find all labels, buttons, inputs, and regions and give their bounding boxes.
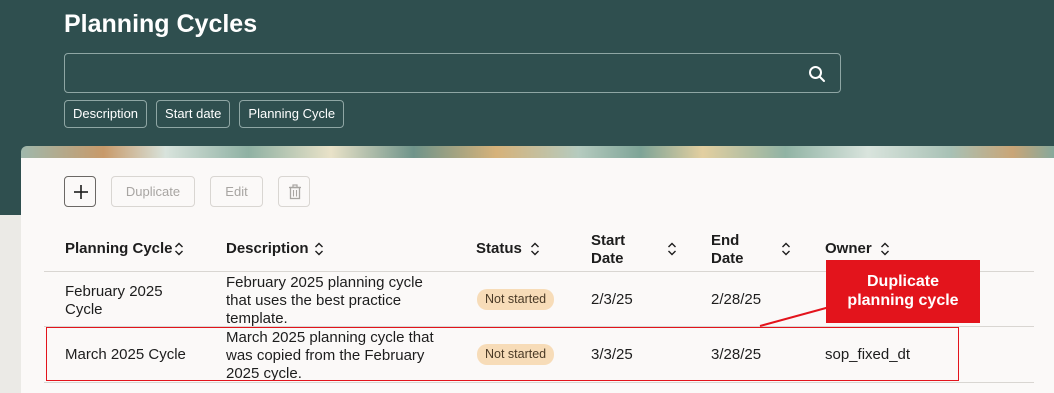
- sort-icon[interactable]: [880, 242, 890, 256]
- column-header-label: Date: [591, 250, 624, 267]
- sort-icon[interactable]: [174, 242, 184, 256]
- sort-icon[interactable]: [667, 242, 677, 256]
- cell-planning-cycle: February 2025 Cycle: [65, 283, 163, 318]
- duplicate-button[interactable]: Duplicate: [111, 176, 195, 207]
- filter-chip-planning-cycle[interactable]: Planning Cycle: [239, 100, 345, 128]
- edit-button[interactable]: Edit: [210, 176, 263, 207]
- column-header-status[interactable]: Status: [476, 240, 522, 258]
- callout-label: Duplicate planning cycle: [826, 260, 980, 323]
- filter-chip-start-date[interactable]: Start date: [156, 100, 231, 128]
- sort-icon[interactable]: [314, 242, 324, 256]
- sort-icon[interactable]: [781, 242, 791, 256]
- page-title: Planning Cycles: [64, 10, 258, 38]
- highlight-box: [46, 327, 959, 381]
- column-header-label: Planning Cycle: [65, 240, 173, 257]
- column-header-end-date[interactable]: End Date: [711, 232, 744, 268]
- column-header-label: Description: [226, 240, 309, 257]
- column-header-label: Date: [711, 250, 744, 267]
- search-input[interactable]: [64, 53, 841, 93]
- filter-chips: Description Start date Planning Cycle: [64, 100, 345, 128]
- column-header-label: Owner: [825, 240, 872, 257]
- column-header-label: Status: [476, 240, 522, 257]
- cell-description: February 2025 planning cycle that uses t…: [226, 274, 423, 327]
- add-button[interactable]: [64, 176, 96, 207]
- table-divider: [44, 382, 1034, 383]
- filter-chip-description[interactable]: Description: [64, 100, 148, 128]
- plus-icon: [74, 185, 88, 199]
- column-header-label: End: [711, 232, 740, 249]
- column-header-owner[interactable]: Owner: [825, 240, 872, 258]
- cell-start-date: 2/3/25: [591, 291, 633, 308]
- column-header-planning-cycle[interactable]: Planning Cycle: [65, 240, 173, 258]
- cell-end-date: 2/28/25: [711, 291, 762, 308]
- status-badge: Not started: [477, 289, 555, 310]
- column-header-start-date[interactable]: Start Date: [591, 232, 625, 268]
- column-header-description[interactable]: Description: [226, 240, 309, 258]
- delete-button[interactable]: [278, 176, 310, 207]
- sort-icon[interactable]: [530, 242, 540, 256]
- search-icon[interactable]: [808, 65, 826, 83]
- trash-icon: [289, 184, 301, 200]
- column-header-label: Start: [591, 232, 626, 249]
